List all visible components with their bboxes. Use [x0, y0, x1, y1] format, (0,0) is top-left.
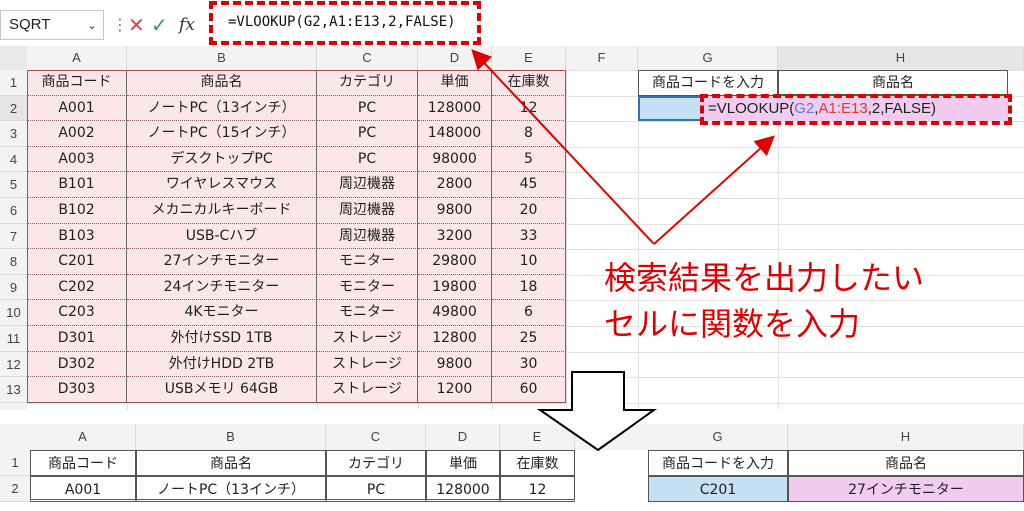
- arrow-to-formula: [471, 49, 655, 245]
- annotation-arrows: [471, 49, 775, 452]
- arrow-to-h2: [653, 135, 775, 245]
- down-arrow-icon: [536, 371, 658, 452]
